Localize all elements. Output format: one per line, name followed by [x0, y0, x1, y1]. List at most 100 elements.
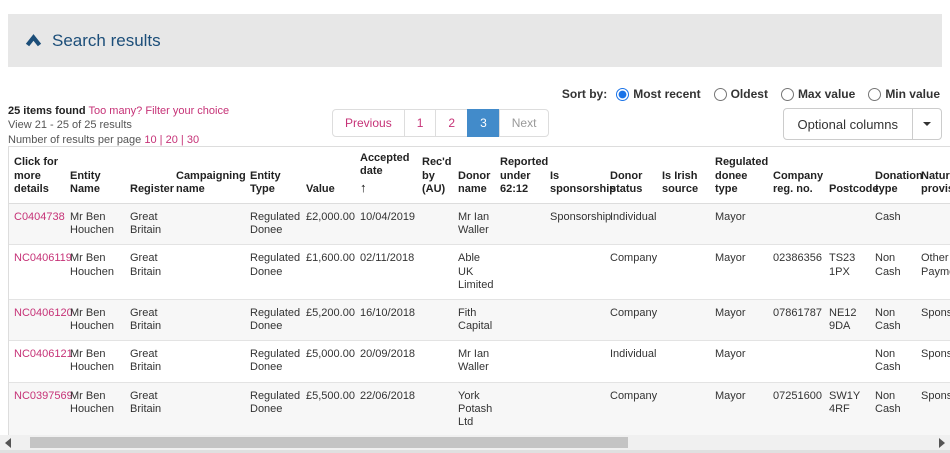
sort-ascending-icon[interactable]: ↑ [360, 180, 413, 196]
view-range-text: View 21 - 25 of 25 results [8, 118, 332, 132]
scroll-left-button[interactable] [0, 435, 16, 450]
cell-donor_name: York Potash Ltd [453, 382, 495, 437]
cell-entity_type: Regulated Donee [245, 299, 301, 340]
detail-link[interactable]: C0404738 [14, 211, 65, 223]
detail-link[interactable]: NC0406120 [14, 307, 73, 319]
per-page-separator: | [157, 134, 166, 146]
cell-campaigning_name [171, 299, 245, 340]
column-header-is_sponsorship[interactable]: Is sponsorship [545, 147, 605, 204]
optional-columns-button[interactable]: Optional columns [783, 108, 942, 140]
column-label: Entity Type [250, 170, 281, 195]
cell-click_for_more_details: NC0406120 [9, 299, 65, 340]
column-header-nature_provision[interactable]: Nature / provision [916, 147, 950, 204]
column-header-postcode[interactable]: Postcode [824, 147, 870, 204]
cell-campaigning_name [171, 341, 245, 382]
cell-reported_under_62_12 [495, 382, 545, 437]
radio-most-recent[interactable] [616, 88, 629, 101]
column-header-donation_type[interactable]: Donation type [870, 147, 916, 204]
pagination: Previous123Next [332, 109, 549, 137]
cell-campaigning_name [171, 245, 245, 300]
page-button-3[interactable]: 3 [467, 109, 500, 137]
radio-max-value[interactable] [781, 88, 794, 101]
sort-option-min-value[interactable]: Min value [868, 87, 940, 101]
scrollbar-thumb[interactable] [30, 437, 628, 448]
horizontal-scrollbar[interactable] [0, 435, 950, 450]
collapse-chevron-up-icon [25, 34, 42, 47]
cell-donor_name: Able UK Limited [453, 245, 495, 300]
cell-accepted_date: 02/11/2018 [355, 245, 417, 300]
scroll-right-button[interactable] [934, 435, 950, 450]
column-header-donor_name[interactable]: Donor name [453, 147, 495, 204]
column-header-accepted_date[interactable]: Accepted date↑ [355, 147, 417, 204]
cell-value: £5,000.00 [301, 341, 355, 382]
detail-link[interactable]: NC0397569 [14, 390, 73, 402]
sort-option-max-value[interactable]: Max value [781, 87, 855, 101]
cell-recd_by_au [417, 382, 453, 437]
page-button-previous[interactable]: Previous [332, 109, 405, 137]
column-label: Rec'd by (AU) [422, 156, 452, 194]
cell-nature_provision: Sponsorship [916, 382, 950, 437]
radio-min-value[interactable] [868, 88, 881, 101]
cell-click_for_more_details: NC0406121 [9, 341, 65, 382]
column-header-recd_by_au[interactable]: Rec'd by (AU) [417, 147, 453, 204]
column-label: Company reg. no. [773, 170, 823, 195]
column-label: Register [130, 183, 174, 195]
per-page-links: 10 | 20 | 30 [144, 134, 199, 146]
column-label: Is Irish source [662, 170, 698, 195]
column-header-entity_type[interactable]: Entity Type [245, 147, 301, 204]
per-page-option-30[interactable]: 30 [187, 134, 199, 146]
table-row: C0404738Mr Ben HouchenGreat BritainRegul… [9, 203, 950, 244]
triangle-left-icon [5, 438, 11, 448]
per-page-option-20[interactable]: 20 [166, 134, 178, 146]
page-button-1[interactable]: 1 [404, 109, 437, 137]
column-header-donor_status[interactable]: Donor status [605, 147, 657, 204]
optional-columns-label[interactable]: Optional columns [784, 109, 912, 139]
cell-value: £5,500.00 [301, 382, 355, 437]
cell-postcode [824, 203, 870, 244]
column-header-regulated_donee_type[interactable]: Regulated donee type [710, 147, 768, 204]
per-page-option-10[interactable]: 10 [144, 134, 156, 146]
sort-option-label: Min value [885, 87, 940, 101]
cell-register: Great Britain [125, 382, 171, 437]
optional-columns-dropdown-toggle[interactable] [912, 109, 941, 139]
cell-entity_type: Regulated Donee [245, 245, 301, 300]
cell-campaigning_name [171, 382, 245, 437]
column-label: Postcode [829, 183, 879, 195]
detail-link[interactable]: NC0406119 [14, 252, 72, 264]
column-header-is_irish_source[interactable]: Is Irish source [657, 147, 710, 204]
detail-link[interactable]: NC0406121 [14, 348, 73, 360]
per-page-separator: | [178, 134, 187, 146]
cell-recd_by_au [417, 203, 453, 244]
cell-company_reg_no: 07861787 [768, 299, 824, 340]
column-header-reported_under_62_12[interactable]: Reported under 62:12 [495, 147, 545, 204]
radio-oldest[interactable] [714, 88, 727, 101]
page-button-next: Next [499, 109, 550, 137]
cell-register: Great Britain [125, 341, 171, 382]
sort-option-most-recent[interactable]: Most recent [616, 87, 700, 101]
column-label: Click for more details [14, 156, 58, 194]
cell-entity_type: Regulated Donee [245, 382, 301, 437]
per-page-row: Number of results per page 10 | 20 | 30 [8, 133, 332, 147]
cell-is_sponsorship [545, 382, 605, 437]
search-results-panel-header[interactable]: Search results [8, 14, 942, 67]
cell-postcode: NE12 9DA [824, 299, 870, 340]
triangle-right-icon [939, 438, 945, 448]
column-header-campaigning_name[interactable]: Campaigning name [171, 147, 245, 204]
cell-register: Great Britain [125, 245, 171, 300]
sort-by-row: Sort by: Most recentOldestMax valueMin v… [562, 87, 940, 101]
column-header-value[interactable]: Value [301, 147, 355, 204]
page-button-2[interactable]: 2 [435, 109, 468, 137]
cell-recd_by_au [417, 341, 453, 382]
cell-is_sponsorship [545, 341, 605, 382]
filter-your-choice-link[interactable]: Too many? Filter your choice [88, 105, 229, 117]
cell-register: Great Britain [125, 299, 171, 340]
column-header-register[interactable]: Register [125, 147, 171, 204]
cell-entity_name: Mr Ben Houchen [65, 299, 125, 340]
sort-option-oldest[interactable]: Oldest [714, 87, 768, 101]
column-header-entity_name[interactable]: Entity Name [65, 147, 125, 204]
cell-is_sponsorship [545, 299, 605, 340]
results-info: 25 items found Too many? Filter your cho… [8, 104, 332, 147]
column-header-company_reg_no[interactable]: Company reg. no. [768, 147, 824, 204]
column-header-click_for_more_details[interactable]: Click for more details [9, 147, 65, 204]
cell-regulated_donee_type: Mayor [710, 382, 768, 437]
